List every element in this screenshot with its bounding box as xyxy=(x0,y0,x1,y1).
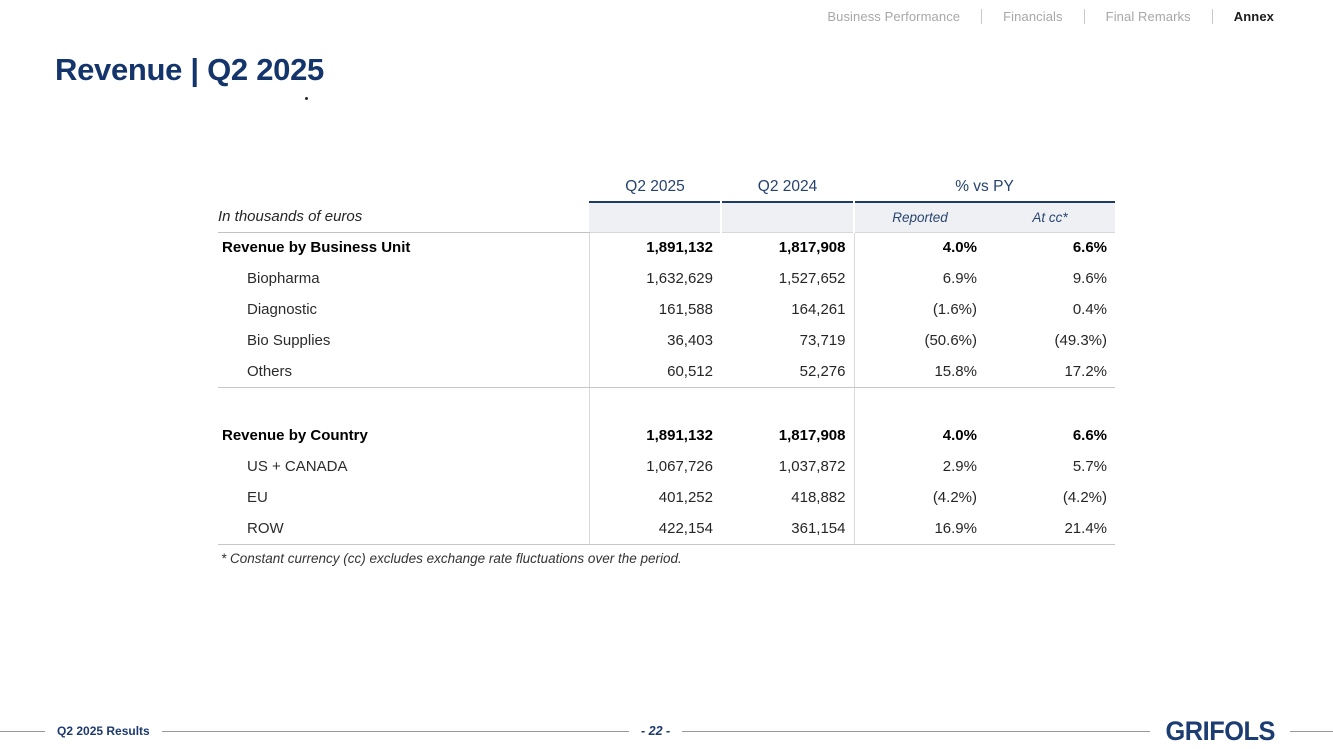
table-row: Revenue by Country 1,891,132 1,817,908 4… xyxy=(218,420,1115,451)
row-label: EU xyxy=(218,482,589,513)
cell-at-cc: 9.6% xyxy=(985,263,1115,294)
cell-reported: 16.9% xyxy=(854,513,985,544)
row-label: Revenue by Country xyxy=(218,420,589,451)
row-label: ROW xyxy=(218,513,589,544)
cell-q2-2024: 1,817,908 xyxy=(721,232,854,263)
cell-reported: (1.6%) xyxy=(854,294,985,325)
grifols-logo: GRIFOLS xyxy=(1165,716,1275,747)
cell-q2-2024: 361,154 xyxy=(721,513,854,544)
slide: Business Performance Financials Final Re… xyxy=(0,0,1333,749)
cell-q2-2025: 161,588 xyxy=(589,294,721,325)
col-header-q2-2024: Q2 2024 xyxy=(721,175,854,202)
cell-q2-2024: 418,882 xyxy=(721,482,854,513)
footer-rule xyxy=(682,731,1149,732)
cell-at-cc: 6.6% xyxy=(985,232,1115,263)
table-row: Biopharma 1,632,629 1,527,652 6.9% 9.6% xyxy=(218,263,1115,294)
table-row: Diagnostic 161,588 164,261 (1.6%) 0.4% xyxy=(218,294,1115,325)
footnote: * Constant currency (cc) excludes exchan… xyxy=(221,551,682,566)
table-row: Others 60,512 52,276 15.8% 17.2% xyxy=(218,356,1115,387)
cell-q2-2025: 60,512 xyxy=(589,356,721,387)
empty-header-cell xyxy=(218,175,589,202)
cell-at-cc: 17.2% xyxy=(985,356,1115,387)
cell-q2-2024: 1,037,872 xyxy=(721,451,854,482)
cell-q2-2025: 1,891,132 xyxy=(589,232,721,263)
cell-q2-2025: 401,252 xyxy=(589,482,721,513)
subheader-reported: Reported xyxy=(854,202,985,232)
cell-reported: 4.0% xyxy=(854,420,985,451)
cell-q2-2025: 1,632,629 xyxy=(589,263,721,294)
nav-item-annex[interactable]: Annex xyxy=(1234,9,1274,24)
nav-item-business-performance[interactable]: Business Performance xyxy=(827,9,960,24)
cell-reported: (50.6%) xyxy=(854,325,985,356)
cell-at-cc: 0.4% xyxy=(985,294,1115,325)
footer-rule xyxy=(0,731,45,732)
cell-q2-2024: 1,527,652 xyxy=(721,263,854,294)
cell-q2-2024: 52,276 xyxy=(721,356,854,387)
nav-separator xyxy=(1084,9,1085,24)
cell-at-cc: (4.2%) xyxy=(985,482,1115,513)
nav-item-financials[interactable]: Financials xyxy=(1003,9,1063,24)
cell-at-cc: 5.7% xyxy=(985,451,1115,482)
cell-q2-2024: 1,817,908 xyxy=(721,420,854,451)
nav-separator xyxy=(1212,9,1213,24)
revenue-table: Q2 2025 Q2 2024 % vs PY In thousands of … xyxy=(218,175,1115,545)
cell-q2-2024: 164,261 xyxy=(721,294,854,325)
cell-reported: 15.8% xyxy=(854,356,985,387)
subheader-at-cc: At cc* xyxy=(985,202,1115,232)
page-number: - 22 - xyxy=(641,724,670,738)
col-header-q2-2025: Q2 2025 xyxy=(589,175,721,202)
table-row: US + CANADA 1,067,726 1,037,872 2.9% 5.7… xyxy=(218,451,1115,482)
footer-deck-title: Q2 2025 Results xyxy=(57,724,150,738)
nav-item-final-remarks[interactable]: Final Remarks xyxy=(1106,9,1191,24)
cell-q2-2024: 73,719 xyxy=(721,325,854,356)
cell-reported: 6.9% xyxy=(854,263,985,294)
col-header-pct-vs-py: % vs PY xyxy=(854,175,1115,202)
cell-q2-2025: 1,891,132 xyxy=(589,420,721,451)
footer-rule xyxy=(162,731,629,732)
table-row: Bio Supplies 36,403 73,719 (50.6%) (49.3… xyxy=(218,325,1115,356)
cell-reported: 4.0% xyxy=(854,232,985,263)
cell-q2-2025: 422,154 xyxy=(589,513,721,544)
nav-separator xyxy=(981,9,982,24)
unit-note: In thousands of euros xyxy=(218,202,589,232)
title-period-dot xyxy=(305,97,308,100)
row-label: Others xyxy=(218,356,589,387)
page-title: Revenue | Q2 2025 xyxy=(55,52,324,88)
cell-reported: (4.2%) xyxy=(854,482,985,513)
row-label: Diagnostic xyxy=(218,294,589,325)
table-row: EU 401,252 418,882 (4.2%) (4.2%) xyxy=(218,482,1115,513)
subheader-cell-q2-2025 xyxy=(589,202,721,232)
table-row: ROW 422,154 361,154 16.9% 21.4% xyxy=(218,513,1115,544)
table-row: Revenue by Business Unit 1,891,132 1,817… xyxy=(218,232,1115,263)
cell-at-cc: 21.4% xyxy=(985,513,1115,544)
cell-q2-2025: 36,403 xyxy=(589,325,721,356)
footer-rule xyxy=(1290,731,1333,732)
cell-reported: 2.9% xyxy=(854,451,985,482)
cell-at-cc: (49.3%) xyxy=(985,325,1115,356)
table-column-header-row: Q2 2025 Q2 2024 % vs PY xyxy=(218,175,1115,202)
subheader-cell-q2-2024 xyxy=(721,202,854,232)
cell-at-cc: 6.6% xyxy=(985,420,1115,451)
cell-q2-2025: 1,067,726 xyxy=(589,451,721,482)
row-label: Bio Supplies xyxy=(218,325,589,356)
footer: Q2 2025 Results - 22 - GRIFOLS xyxy=(0,719,1333,743)
section-spacer-row xyxy=(218,387,1115,420)
row-label: US + CANADA xyxy=(218,451,589,482)
row-label: Biopharma xyxy=(218,263,589,294)
row-label: Revenue by Business Unit xyxy=(218,232,589,263)
table-subheader-row: In thousands of euros Reported At cc* xyxy=(218,202,1115,232)
section-nav: Business Performance Financials Final Re… xyxy=(827,9,1274,24)
